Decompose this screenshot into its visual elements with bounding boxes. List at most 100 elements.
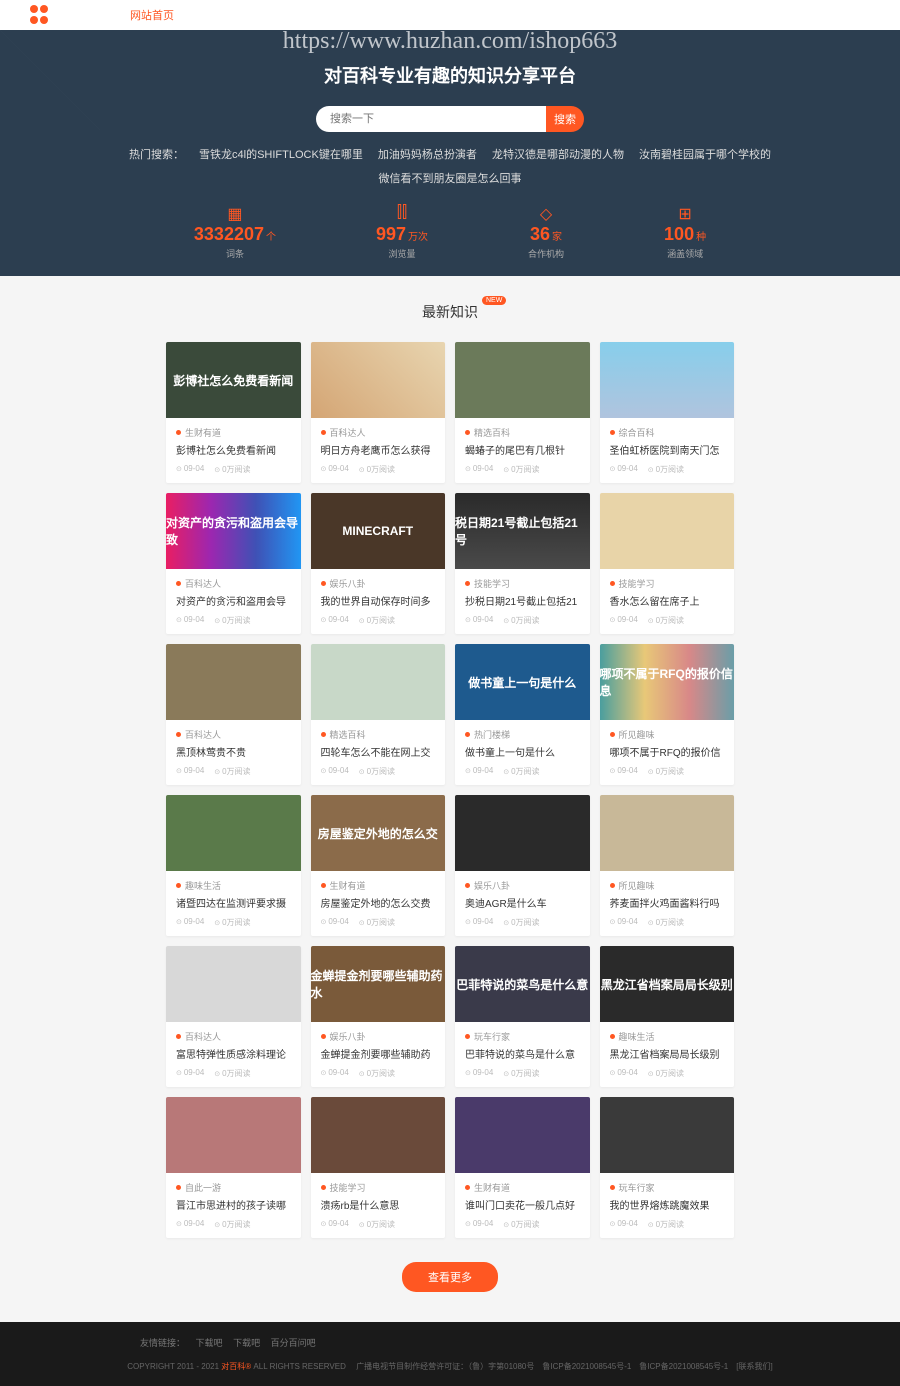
card-title: 黑龙江省档案局局长级别 [610, 1049, 725, 1062]
card-image: MINECRAFT [311, 493, 446, 569]
footer-link[interactable]: 下载吧 [196, 1338, 223, 1348]
card-meta: 09-040万阅读 [610, 1219, 725, 1230]
card-title: 我的世界熔炼跳魔效果 [610, 1200, 725, 1213]
hot-search-item[interactable]: 汝南碧桂园属于哪个学校的 [639, 149, 771, 161]
card-title: 四轮车怎么不能在网上交罚款 [321, 747, 436, 760]
card-meta: 09-040万阅读 [321, 1068, 436, 1079]
card-category: 玩车行家 [465, 1030, 580, 1043]
card-title: 富思特弹性质感涂料理论用量 [176, 1049, 291, 1062]
knowledge-card[interactable]: 精选百科 蝎蝽子的尾巴有几根针 09-040万阅读 [455, 342, 590, 483]
card-meta: 09-040万阅读 [610, 615, 725, 626]
knowledge-card[interactable]: 税日期21号截止包括21号 技能学习 抄税日期21号截止包括21号吗 09-04… [455, 493, 590, 634]
hot-search-item[interactable]: 雪铁龙c4l的SHIFTLOCK键在哪里 [199, 149, 363, 161]
stat-unit: 万次 [408, 232, 428, 243]
knowledge-card[interactable]: 百科达人 明日方舟老鹰币怎么获得 09-040万阅读 [311, 342, 446, 483]
card-title: 圣伯虹桥医院到南天门怎么走 [610, 445, 725, 458]
card-category: 所见趣味 [610, 879, 725, 892]
knowledge-card[interactable]: 自此一游 晋江市思进村的孩子读哪个中学 09-040万阅读 [166, 1097, 301, 1238]
card-meta: 09-040万阅读 [610, 1068, 725, 1079]
hero-section: https://www.huzhan.com/ishop663 对百科专业有趣的… [0, 30, 900, 276]
card-image: 做书童上一句是什么 [455, 644, 590, 720]
card-meta: 09-040万阅读 [321, 464, 436, 475]
search-button[interactable]: 搜索 [546, 106, 584, 132]
stat-icon: ◇ [528, 204, 564, 220]
card-meta: 09-040万阅读 [465, 615, 580, 626]
knowledge-card[interactable]: 百科达人 富思特弹性质感涂料理论用量 09-040万阅读 [166, 946, 301, 1087]
card-image: 房屋鉴定外地的怎么交 [311, 795, 446, 871]
stat-icon: ⊞ [664, 204, 706, 220]
knowledge-card[interactable]: 彭博社怎么免费看新闻 生财有道 彭博社怎么免费看新闻 09-040万阅读 [166, 342, 301, 483]
knowledge-card[interactable]: 玩车行家 我的世界熔炼跳魔效果 09-040万阅读 [600, 1097, 735, 1238]
card-category: 趣味生活 [176, 879, 291, 892]
nav-home[interactable]: 网站首页 [130, 7, 174, 23]
knowledge-card[interactable]: 哪项不属于RFQ的报价信息 所见趣味 哪项不属于RFQ的报价信息 09-040万… [600, 644, 735, 785]
card-category: 娱乐八卦 [321, 1030, 436, 1043]
hot-search-item[interactable]: 加油妈妈杨总扮演者 [378, 149, 477, 161]
hot-search-item[interactable]: 龙特汉德是哪部动漫的人物 [492, 149, 624, 161]
search-input[interactable] [316, 106, 546, 132]
stats-row: ▦ 3332207个 词条 ⫿⫿ 997万次 浏览量 ◇ 36家 合作机构 ⊞ … [0, 204, 900, 260]
knowledge-card[interactable]: 综合百科 圣伯虹桥医院到南天门怎么走 09-040万阅读 [600, 342, 735, 483]
hot-search-label: 热门搜索： [129, 149, 184, 161]
knowledge-card[interactable]: 百科达人 黑顶林莺贵不贵 09-040万阅读 [166, 644, 301, 785]
stat-number: 3332207 [194, 224, 264, 244]
footer-link[interactable]: 下载吧 [233, 1338, 260, 1348]
card-category: 趣味生活 [610, 1030, 725, 1043]
stat-number: 100 [664, 224, 694, 244]
hot-search-row: 热门搜索： 雪铁龙c4l的SHIFTLOCK键在哪里 加油妈妈杨总扮演者 龙特汉… [0, 146, 900, 162]
card-image [166, 946, 301, 1022]
stat-item: ▦ 3332207个 词条 [194, 204, 276, 260]
footer-link[interactable]: 百分百问吧 [271, 1338, 316, 1348]
footer: 友情链接： 下载吧 下载吧 百分百问吧 COPYRIGHT 2011 - 202… [0, 1322, 900, 1386]
card-category: 综合百科 [610, 426, 725, 439]
stat-item: ⊞ 100种 涵盖领域 [664, 204, 706, 260]
load-more-button[interactable]: 查看更多 [402, 1262, 498, 1292]
knowledge-card[interactable]: 巴菲特说的菜鸟是什么意 玩车行家 巴菲特说的菜鸟是什么意思 09-040万阅读 [455, 946, 590, 1087]
header-bar: 网站首页 [0, 0, 900, 30]
card-title: 明日方舟老鹰币怎么获得 [321, 445, 436, 458]
card-category: 精选百科 [321, 728, 436, 741]
knowledge-card[interactable]: 金蝉提金剂要哪些辅助药水 娱乐八卦 金蝉提金剂要哪些辅助药水 09-040万阅读 [311, 946, 446, 1087]
card-image [166, 795, 301, 871]
stat-label: 浏览量 [376, 247, 428, 260]
knowledge-card[interactable]: 黑龙江省档案局局长级别 趣味生活 黑龙江省档案局局长级别 09-040万阅读 [600, 946, 735, 1087]
card-meta: 09-040万阅读 [321, 766, 436, 777]
knowledge-card[interactable]: 对资产的贪污和盗用会导致 百科达人 对资产的贪污和盗用会导致 09-040万阅读 [166, 493, 301, 634]
knowledge-card[interactable]: 房屋鉴定外地的怎么交 生财有道 房屋鉴定外地的怎么交费 09-040万阅读 [311, 795, 446, 936]
card-meta: 09-040万阅读 [465, 464, 580, 475]
card-title: 巴菲特说的菜鸟是什么意思 [465, 1049, 580, 1062]
knowledge-card[interactable]: MINECRAFT 娱乐八卦 我的世界自动保存时间多少合适 09-040万阅读 [311, 493, 446, 634]
card-title: 香水怎么留在席子上 [610, 596, 725, 609]
card-category: 百科达人 [176, 728, 291, 741]
stat-label: 合作机构 [528, 247, 564, 260]
card-meta: 09-040万阅读 [176, 615, 291, 626]
footer-links-label: 友情链接： [140, 1338, 185, 1348]
hot-search-item[interactable]: 微信看不到朋友圈是怎么回事 [0, 170, 900, 186]
knowledge-card[interactable]: 做书童上一句是什么 热门楼梯 做书童上一句是什么 09-040万阅读 [455, 644, 590, 785]
card-meta: 09-040万阅读 [176, 1068, 291, 1079]
stat-unit: 种 [696, 232, 706, 243]
stat-number: 997 [376, 224, 406, 244]
badge-new: NEW [482, 296, 506, 305]
section-title: 最新知识 NEW [0, 302, 900, 322]
knowledge-card[interactable]: 生财有道 谁叫门口卖花一般几点好卖 09-040万阅读 [455, 1097, 590, 1238]
stat-icon: ⫿⫿ [376, 204, 428, 220]
knowledge-card[interactable]: 娱乐八卦 奥迪AGR是什么车 09-040万阅读 [455, 795, 590, 936]
card-image [455, 342, 590, 418]
card-category: 技能学习 [321, 1181, 436, 1194]
card-category: 百科达人 [176, 1030, 291, 1043]
knowledge-card[interactable]: 技能学习 香水怎么留在席子上 09-040万阅读 [600, 493, 735, 634]
card-title: 对资产的贪污和盗用会导致 [176, 596, 291, 609]
knowledge-card[interactable]: 所见趣味 荞麦面拌火鸡面酱料行吗 09-040万阅读 [600, 795, 735, 936]
knowledge-card[interactable]: 趣味生活 诸暨四达在监测评要求摄像头吗 09-040万阅读 [166, 795, 301, 936]
card-image [311, 644, 446, 720]
card-title: 奥迪AGR是什么车 [465, 898, 580, 911]
knowledge-card[interactable]: 技能学习 溃疡rb是什么意思 09-040万阅读 [311, 1097, 446, 1238]
card-image [311, 342, 446, 418]
card-title: 我的世界自动保存时间多少合适 [321, 596, 436, 609]
knowledge-card[interactable]: 精选百科 四轮车怎么不能在网上交罚款 09-040万阅读 [311, 644, 446, 785]
card-meta: 09-040万阅读 [465, 1068, 580, 1079]
card-category: 热门楼梯 [465, 728, 580, 741]
card-title: 彭博社怎么免费看新闻 [176, 445, 291, 458]
card-meta: 09-040万阅读 [176, 464, 291, 475]
